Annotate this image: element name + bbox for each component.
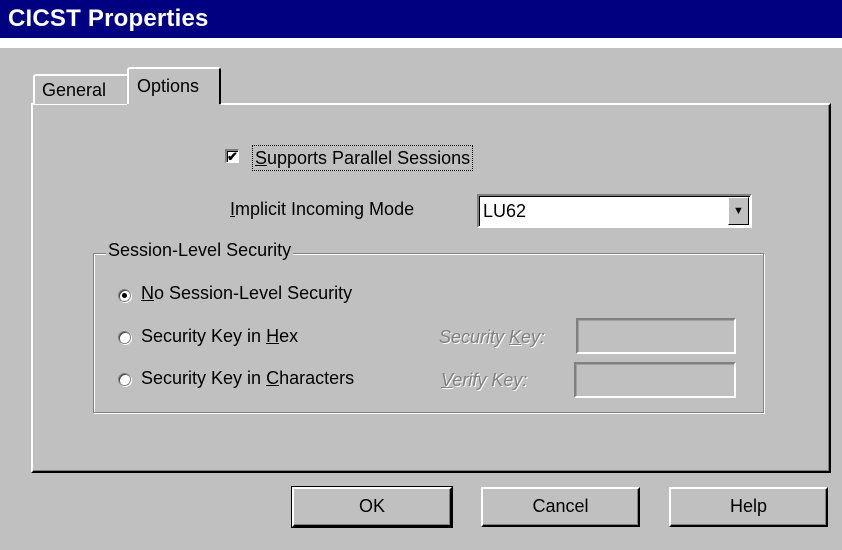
radio-key-characters-label[interactable]: Security Key in Characters: [141, 368, 354, 389]
incoming-mode-value: LU62: [483, 201, 527, 221]
radio-key-hex[interactable]: [118, 331, 131, 344]
parallel-sessions-text: upports Parallel Sessions: [267, 148, 471, 168]
chevron-down-icon: ▼: [733, 205, 744, 217]
properties-dialog: CICST Properties General Options ✔ Suppo…: [0, 0, 842, 550]
radio-key-characters[interactable]: [118, 373, 131, 386]
radio-no-security-label[interactable]: No Session-Level Security: [141, 283, 352, 304]
help-button[interactable]: Help: [669, 487, 828, 527]
ok-button[interactable]: OK: [291, 486, 453, 528]
radio-no-security[interactable]: [118, 289, 131, 302]
security-key-post: ey:: [521, 327, 546, 347]
radio1-post: ex: [279, 326, 299, 346]
tab-general-label: General: [42, 80, 107, 100]
security-key-input: [576, 318, 736, 354]
parallel-sessions-label[interactable]: Supports Parallel Sessions: [252, 145, 474, 171]
tab-general[interactable]: General: [33, 74, 129, 104]
security-key-pre: Security: [439, 327, 510, 347]
radio2-accel: C: [266, 368, 280, 388]
radio0-post: o Session-Level Security: [154, 283, 353, 303]
radio2-pre: Security Key in: [141, 368, 267, 388]
radio1-pre: Security Key in: [141, 326, 267, 346]
parallel-sessions-checkbox[interactable]: ✔: [225, 149, 239, 163]
verify-key-accel: V: [441, 370, 453, 390]
cancel-button[interactable]: Cancel: [481, 487, 640, 527]
title-bar[interactable]: CICST Properties: [0, 0, 842, 38]
tab-options[interactable]: Options: [127, 67, 221, 108]
incoming-mode-select[interactable]: LU62 ▼: [477, 194, 752, 228]
tab-options-label: Options: [137, 76, 200, 96]
incoming-mode-label: Implicit Incoming Mode: [230, 199, 414, 220]
radio2-post: haracters: [279, 368, 355, 388]
security-key-accel: K: [509, 327, 522, 347]
check-mark-icon: ✔: [227, 149, 238, 164]
radio-selected-dot: [122, 293, 127, 298]
radio0-accel: N: [141, 283, 154, 303]
verify-key-input: [574, 362, 736, 398]
radio-key-hex-label[interactable]: Security Key in Hex: [141, 326, 298, 347]
incoming-mode-text: mplicit Incoming Mode: [235, 199, 415, 219]
verify-key-label: Verify Key:: [441, 370, 527, 391]
session-security-legend: Session-Level Security: [106, 240, 294, 261]
security-key-label: Security Key:: [439, 327, 545, 348]
accel-s: S: [255, 148, 268, 168]
dropdown-button[interactable]: ▼: [728, 197, 749, 225]
window-title: CICST Properties: [8, 5, 209, 32]
title-separator: [0, 38, 842, 48]
verify-key-post: erify Key:: [452, 370, 528, 390]
radio1-accel: H: [266, 326, 280, 346]
